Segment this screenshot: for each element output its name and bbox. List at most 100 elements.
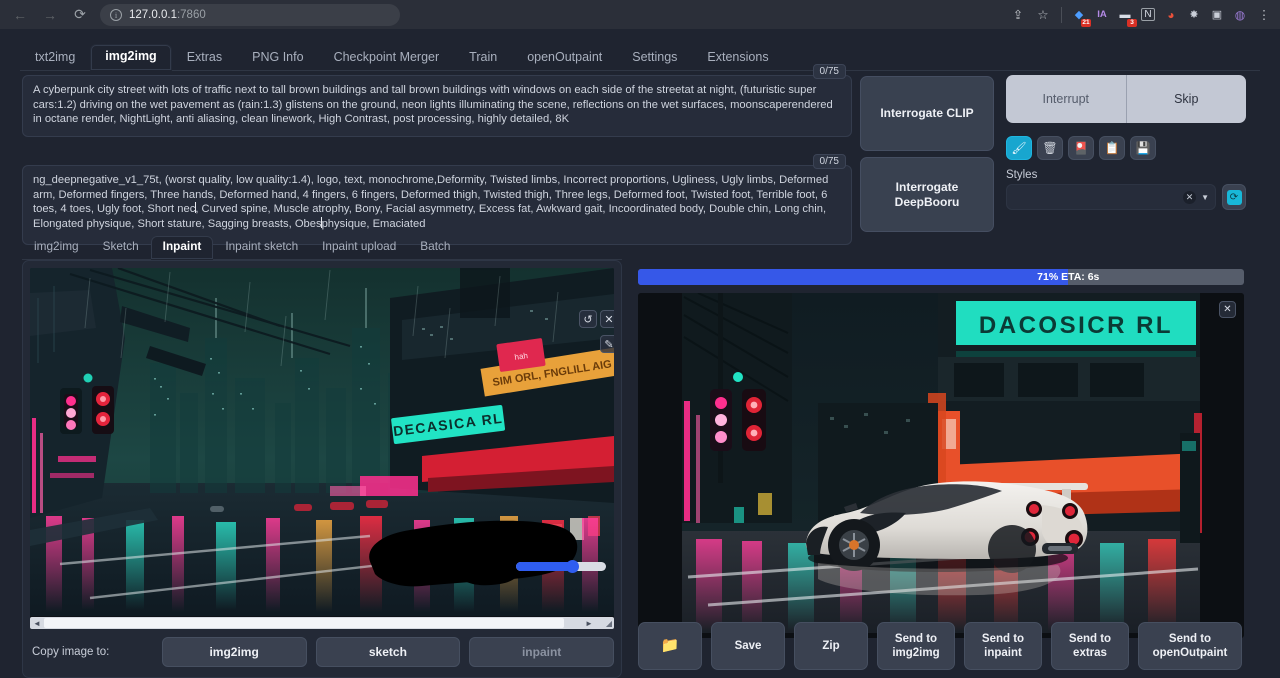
interrupt-skip-group: Interrupt Skip [1006,75,1246,123]
interrogate-deepbooru-label-1: Interrogate [896,180,959,195]
puzzle-extensions-icon[interactable]: ✸ [1183,4,1205,26]
copy-to-img2img-button[interactable]: img2img [162,637,307,667]
clear-icon[interactable]: ✕ [1183,191,1196,204]
zip-button[interactable]: Zip [794,622,868,670]
result-action-buttons: 📁 Save Zip Send to img2img Send to inpai… [638,622,1244,670]
send-to-openoutpaint-line1: Send to [1169,632,1211,646]
brush-size-slider[interactable] [516,562,606,571]
folder-icon: 📁 [661,639,680,653]
tab-png-info[interactable]: PNG Info [237,45,318,71]
result-image-container[interactable]: ✕ [638,293,1244,638]
subtab-img2img[interactable]: img2img [22,236,91,259]
send-to-img2img-line2: img2img [892,646,939,660]
scroll-left-arrow[interactable]: ◄ [30,619,44,628]
progress-label: 71% ETA: 6s [765,269,1244,285]
send-to-inpaint-button[interactable]: Send to inpaint [964,622,1042,670]
brush-size-icon[interactable]: ✎ [600,335,614,353]
slider-knob[interactable] [566,560,579,573]
refresh-styles-button[interactable]: ⟳ [1222,184,1246,210]
restore-progress-icon[interactable]: 🖌 [1006,136,1032,160]
send-to-img2img-button[interactable]: Send to img2img [877,622,955,670]
share-icon[interactable]: ⇪ [1006,3,1030,27]
svg-text:DACOSICR RL: DACOSICR RL [979,312,1173,339]
scrollbar-thumb[interactable] [44,618,564,628]
remove-image-icon[interactable]: ✕ [600,310,614,328]
canvas-horizontal-scrollbar[interactable]: ◄ ► ◢ [30,617,614,629]
sidebar-toggle-icon[interactable]: ▣ [1206,4,1228,26]
copy-to-sketch-button[interactable]: sketch [316,637,461,667]
browser-toolbar-right: ⇪ ☆ ◆21 IA ▬3 N ◕ ✸ ▣ ◍ ⋮ [1006,0,1276,29]
reload-icon[interactable]: ⟳ [66,2,94,28]
profile-avatar[interactable]: ◍ [1229,4,1251,26]
extra-networks-icon[interactable]: 🎴 [1068,136,1094,160]
send-to-openoutpaint-button[interactable]: Send to openOutpaint [1138,622,1242,670]
skip-button[interactable]: Skip [1127,75,1247,123]
star-icon[interactable]: ☆ [1031,3,1055,27]
subtab-batch[interactable]: Batch [408,236,462,259]
three-dot-menu-icon[interactable]: ⋮ [1252,3,1276,27]
subtab-inpaint[interactable]: Inpaint [151,236,214,260]
url-port: :7860 [177,9,206,21]
subtab-sketch[interactable]: Sketch [91,236,151,259]
interrogate-deepbooru-button[interactable]: Interrogate DeepBooru [860,157,994,232]
generation-progress-bar: 71% ETA: 6s [638,269,1244,285]
color-picker-extension[interactable]: ◕ [1160,4,1182,26]
positive-prompt-input[interactable]: A cyberpunk city street with lots of tra… [22,75,852,137]
negative-token-counter: 0/75 [813,154,846,169]
save-style-icon[interactable]: 💾 [1130,136,1156,160]
open-folder-button[interactable]: 📁 [638,622,702,670]
notion-extension[interactable]: N [1137,4,1159,26]
send-to-extras-button[interactable]: Send to extras [1051,622,1129,670]
negative-prompt-input[interactable]: ng_deepnegative_v1_75t, (worst quality, … [22,165,852,245]
refresh-icon: ⟳ [1227,190,1242,205]
back-arrow-icon[interactable]: ← [6,2,34,28]
apply-style-icon[interactable]: 📋 [1099,136,1125,160]
address-bar[interactable]: i 127.0.0.1:7860 [100,4,400,26]
mail-extension[interactable]: ▬3 [1114,4,1136,26]
positive-prompt-wrap: 0/75 A cyberpunk city street with lots o… [22,75,852,137]
slider-fill [516,562,572,571]
tab-extras[interactable]: Extras [172,45,237,71]
site-info-icon[interactable]: i [110,9,122,21]
copy-image-label: Copy image to: [32,646,162,658]
undo-icon[interactable]: ↺ [579,310,597,328]
styles-dropdown[interactable]: ✕ ▼ [1006,184,1216,210]
clear-prompt-icon[interactable]: 🗑 [1037,136,1063,160]
tab-train[interactable]: Train [454,45,512,71]
toolbar-divider [1061,7,1062,23]
send-to-img2img-line1: Send to [895,632,937,646]
close-icon[interactable]: ✕ [1219,301,1236,318]
copy-to-inpaint-button[interactable]: inpaint [469,637,614,667]
result-image: DACOSICR RL [638,293,1244,638]
inpaint-panel: DECASICA RL SIM ORL, FNGLILL AIG hah [22,260,622,678]
tab-checkpoint-merger[interactable]: Checkpoint Merger [319,45,455,71]
forward-arrow-icon[interactable]: → [36,2,64,28]
subtab-inpaint-sketch[interactable]: Inpaint sketch [213,236,310,259]
interrogate-deepbooru-label-2: DeepBooru [895,195,960,210]
interrogate-clip-label: Interrogate CLIP [880,106,973,121]
internet-archive-extension[interactable]: IA [1091,4,1113,26]
tab-extensions[interactable]: Extensions [692,45,783,71]
tab-txt2img[interactable]: txt2img [20,45,90,71]
url-host: 127.0.0.1 [129,9,177,21]
interrogate-clip-button[interactable]: Interrogate CLIP [860,76,994,151]
webui-app: txt2img img2img Extras PNG Info Checkpoi… [0,29,1280,678]
copy-image-row: Copy image to: img2img sketch inpaint [32,635,614,669]
subtab-inpaint-upload[interactable]: Inpaint upload [310,236,408,259]
interrupt-button[interactable]: Interrupt [1006,75,1126,123]
prompt-toolbar: 🖌 🗑 🎴 📋 💾 [1006,136,1156,160]
negative-prompt-wrap: 0/75 ng_deepnegative_v1_75t, (worst qual… [22,165,852,245]
scroll-right-arrow[interactable]: ► [582,619,596,628]
save-button[interactable]: Save [711,622,785,670]
mail-badge: 3 [1127,19,1137,27]
negative-prompt-part-c: physique, Emaciated [322,218,426,230]
tab-settings[interactable]: Settings [617,45,692,71]
tab-openoutpaint[interactable]: openOutpaint [512,45,617,71]
result-panel: 71% ETA: 6s ✕ [636,260,1248,678]
chevron-down-icon[interactable]: ▼ [1201,193,1209,202]
styles-label: Styles [1006,167,1037,181]
tab-img2img[interactable]: img2img [90,44,171,71]
send-to-extras-line2: extras [1073,646,1107,660]
resize-grip[interactable]: ◢ [606,619,612,628]
notifications-extension[interactable]: ◆21 [1068,4,1090,26]
